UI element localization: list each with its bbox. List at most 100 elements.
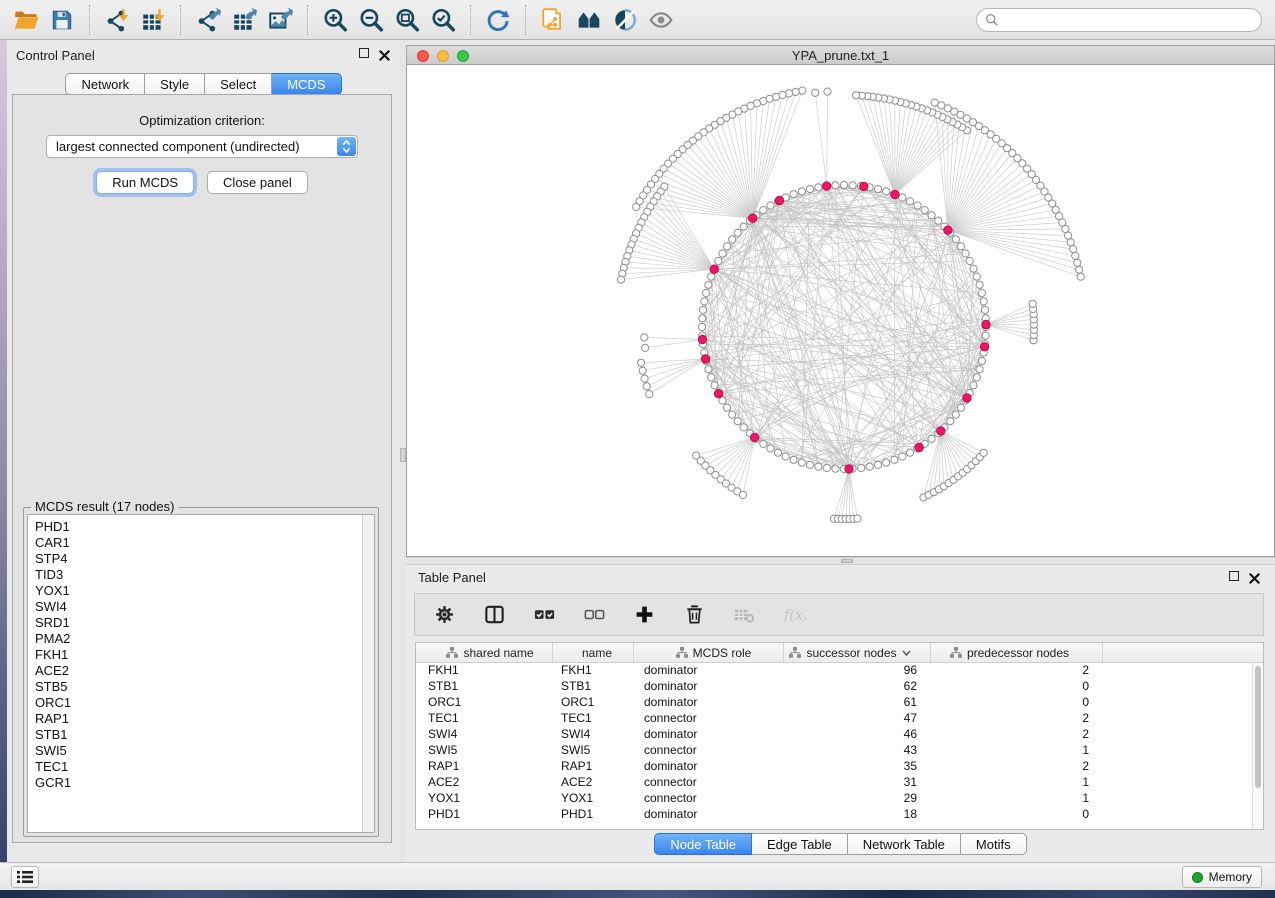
table-row[interactable]: SWI5SWI5connector431 — [416, 743, 1263, 759]
copy-network-icon[interactable] — [535, 3, 571, 37]
table-tab-network-table[interactable]: Network Table — [848, 833, 961, 855]
column-header-successor-nodes[interactable]: successor nodes — [784, 643, 931, 662]
mcds-result-item[interactable]: SRD1 — [35, 615, 374, 631]
table-cell: dominator — [634, 727, 784, 743]
mcds-result-item[interactable]: RAP1 — [35, 711, 374, 727]
unchecked-boxes-icon[interactable] — [583, 603, 606, 626]
table-row[interactable]: TEC1TEC1connector472 — [416, 711, 1263, 727]
refresh-icon[interactable] — [480, 3, 516, 37]
task-history-button[interactable] — [11, 866, 39, 888]
mcds-result-item[interactable]: ACE2 — [35, 663, 374, 679]
table-scrollbar[interactable] — [1252, 663, 1263, 829]
zoom-selected-icon[interactable] — [425, 3, 461, 37]
table-row[interactable]: PHD1PHD1dominator180 — [416, 807, 1263, 823]
mcds-result-item[interactable]: GCR1 — [35, 775, 374, 791]
table-close-icon[interactable] — [1249, 571, 1261, 583]
search-box[interactable] — [976, 8, 1262, 32]
zoom-fit-icon[interactable] — [389, 3, 425, 37]
floppy-save-icon[interactable] — [44, 3, 80, 37]
mcds-result-item[interactable]: STB1 — [35, 727, 374, 743]
tab-style[interactable]: Style — [145, 73, 205, 95]
table-row[interactable]: ACE2ACE2connector311 — [416, 775, 1263, 791]
result-list-scrollbar[interactable] — [362, 515, 374, 832]
table-cell: FKH1 — [553, 663, 634, 679]
table-row[interactable]: ORC1ORC1dominator610 — [416, 695, 1263, 711]
node-table[interactable]: shared namenameMCDS rolesuccessor nodesp… — [415, 642, 1264, 830]
mcds-result-item[interactable]: TID3 — [35, 567, 374, 583]
mcds-result-item[interactable]: CAR1 — [35, 535, 374, 551]
column-header-predecessor-nodes[interactable]: predecessor nodes — [931, 643, 1103, 662]
checked-boxes-icon[interactable] — [533, 603, 556, 626]
table-scrollbar-thumb[interactable] — [1255, 666, 1261, 788]
mcds-result-item[interactable]: PHD1 — [35, 519, 374, 535]
gear-icon[interactable] — [433, 603, 456, 626]
mcds-result-item[interactable]: PMA2 — [35, 631, 374, 647]
split-columns-icon[interactable] — [483, 603, 506, 626]
table-import-icon[interactable] — [135, 3, 171, 37]
close-panel-icon[interactable] — [379, 48, 391, 60]
table-float-icon[interactable] — [1229, 571, 1241, 583]
mcds-result-item[interactable]: STP4 — [35, 551, 374, 567]
mcds-result-item[interactable]: YOX1 — [35, 583, 374, 599]
mcds-result-list[interactable]: PHD1CAR1STP4TID3YOX1SWI4SRD1PMA2FKH1ACE2… — [27, 514, 375, 833]
table-cell: ORC1 — [416, 695, 553, 711]
add-plus-icon[interactable] — [633, 603, 656, 626]
mcds-result-item[interactable]: SWI5 — [35, 743, 374, 759]
column-header-name[interactable]: name — [553, 643, 634, 662]
toolbar-separator — [470, 5, 471, 35]
table-row[interactable]: SWI4SWI4dominator462 — [416, 727, 1263, 743]
mcds-result-item[interactable]: SWI4 — [35, 599, 374, 615]
table-row[interactable]: STB1STB1dominator620 — [416, 679, 1263, 695]
table-cell: ACE2 — [553, 775, 634, 791]
eye-icon[interactable] — [643, 3, 679, 37]
table-row[interactable]: FKH1FKH1dominator962 — [416, 663, 1263, 679]
criterion-dropdown[interactable]: largest connected component (undirected) — [46, 135, 358, 158]
network-canvas[interactable] — [406, 65, 1275, 557]
zoom-in-icon[interactable] — [317, 3, 353, 37]
table-row[interactable]: RAP1RAP1dominator352 — [416, 759, 1263, 775]
horizontal-splitter[interactable] — [406, 557, 1275, 565]
mcds-result-item[interactable]: ORC1 — [35, 695, 374, 711]
image-export-icon[interactable] — [262, 3, 298, 37]
status-bar: Memory — [0, 862, 1275, 890]
run-mcds-button[interactable]: Run MCDS — [96, 171, 194, 194]
binoculars-icon[interactable] — [571, 3, 607, 37]
table-cell: 0 — [931, 679, 1103, 695]
network-import-icon[interactable] — [99, 3, 135, 37]
vizmap-slash-icon[interactable] — [607, 3, 643, 37]
tab-select[interactable]: Select — [205, 73, 272, 95]
mcds-result-item[interactable]: FKH1 — [35, 647, 374, 663]
column-header-MCDS-role[interactable]: MCDS role — [634, 643, 784, 662]
network-window-titlebar[interactable]: YPA_prune.txt_1 — [406, 45, 1275, 65]
network-export-icon[interactable] — [190, 3, 226, 37]
table-cell: SWI5 — [553, 743, 634, 759]
table-cell: 0 — [931, 807, 1103, 823]
table-tab-node-table[interactable]: Node Table — [654, 833, 752, 855]
zoom-out-icon[interactable] — [353, 3, 389, 37]
network-graph[interactable] — [407, 65, 1274, 555]
table-cell: 96 — [784, 663, 931, 679]
maximize-window-icon[interactable] — [457, 50, 469, 62]
table-export-icon[interactable] — [226, 3, 262, 37]
mcds-result-item[interactable]: TEC1 — [35, 759, 374, 775]
table-row[interactable]: YOX1YOX1connector291 — [416, 791, 1263, 807]
close-panel-button[interactable]: Close panel — [207, 171, 308, 194]
trash-icon[interactable] — [683, 603, 706, 626]
horizontal-splitter-grip[interactable] — [841, 559, 853, 563]
folder-open-icon[interactable] — [8, 3, 44, 37]
memory-button[interactable]: Memory — [1182, 866, 1262, 888]
table-cell: RAP1 — [416, 759, 553, 775]
mcds-result-item[interactable]: STB5 — [35, 679, 374, 695]
close-window-icon[interactable] — [417, 50, 429, 62]
memory-status-icon — [1192, 872, 1203, 883]
table-tab-motifs[interactable]: Motifs — [961, 833, 1027, 855]
search-input[interactable] — [1004, 13, 1253, 27]
column-header-shared-name[interactable]: shared name — [416, 643, 553, 662]
tab-mcds[interactable]: MCDS — [272, 73, 341, 95]
table-cell: PHD1 — [553, 807, 634, 823]
table-tab-edge-table[interactable]: Edge Table — [752, 833, 848, 855]
tab-network[interactable]: Network — [65, 73, 145, 95]
table-cell: 43 — [784, 743, 931, 759]
minimize-window-icon[interactable] — [437, 50, 449, 62]
float-panel-icon[interactable] — [359, 48, 371, 60]
